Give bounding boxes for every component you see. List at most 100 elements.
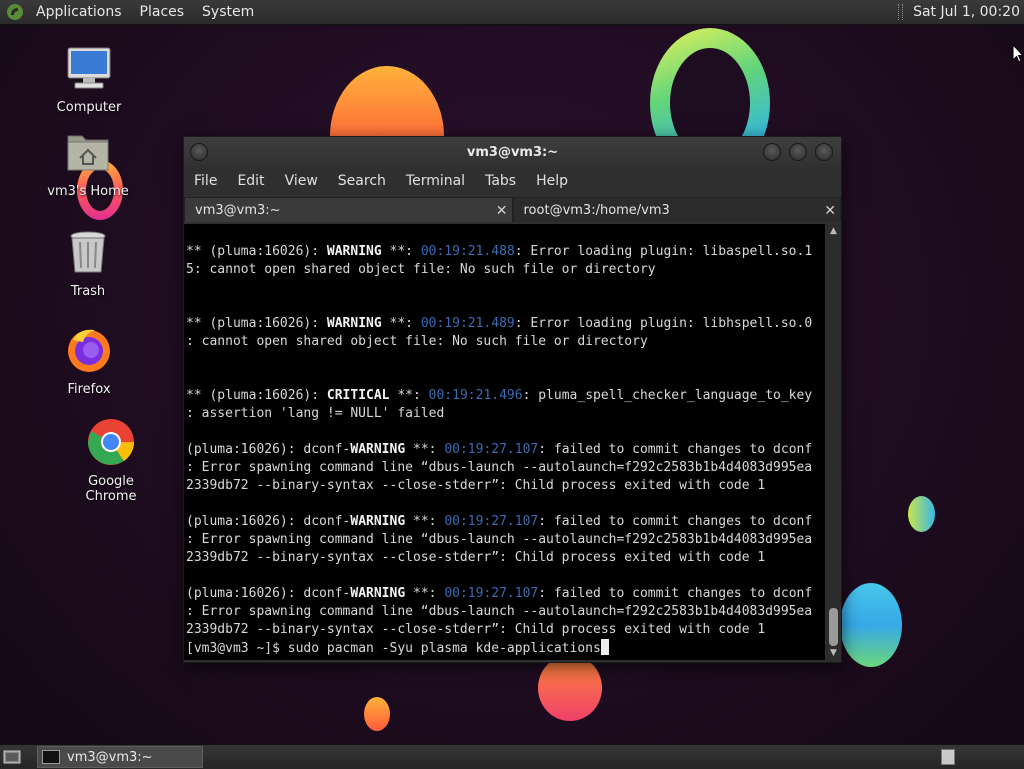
terminal-line: : Error spawning command line “dbus-laun… <box>186 531 824 549</box>
desktop-icon-label: Trash <box>70 284 106 299</box>
line-text: : assertion 'lang != NULL' failed <box>186 406 445 421</box>
terminal-line: ** (pluma:16026): WARNING **: 00:19:21.4… <box>186 315 824 333</box>
maximize-button[interactable] <box>789 143 807 161</box>
log-timestamp: 00:19:21.489 <box>420 316 515 331</box>
tab-vm3[interactable]: vm3@vm3:~ ✕ <box>184 197 513 222</box>
close-tab-icon[interactable]: ✕ <box>496 198 508 224</box>
top-panel: Applications Places System Sat Jul 1, 00… <box>0 0 1024 25</box>
line-text: ** (pluma:16026): <box>186 244 327 259</box>
menu-system[interactable]: System <box>193 0 263 24</box>
command-input[interactable]: sudo pacman -Syu plasma kde-applications <box>288 641 601 656</box>
line-text: **: <box>405 586 445 601</box>
scrollbar-thumb[interactable] <box>829 608 838 646</box>
prompt-line[interactable]: [vm3@vm3 ~]$ sudo pacman -Syu plasma kde… <box>186 639 824 657</box>
terminal-line: (pluma:16026): dconf-WARNING **: 00:19:2… <box>186 441 824 459</box>
line-text: **: <box>405 442 445 457</box>
desktop-icon-label: Computer <box>56 100 122 115</box>
clock[interactable]: Sat Jul 1, 00:20 <box>913 4 1024 20</box>
log-level: WARNING <box>326 316 382 331</box>
window-titlebar[interactable]: vm3@vm3:~ <box>184 137 841 168</box>
terminal-line: ** (pluma:16026): WARNING **: 00:19:21.4… <box>186 243 824 261</box>
line-text: : Error spawning command line “dbus-laun… <box>186 532 813 547</box>
desktop-icon-label: Google Chrome <box>85 474 137 504</box>
terminal-icon <box>42 750 60 764</box>
line-text: 2339db72 --binary-syntax --close-stderr”… <box>186 550 766 565</box>
wallpaper-shape <box>538 655 602 721</box>
menu-places[interactable]: Places <box>131 0 194 24</box>
desktop-icon-computer[interactable]: Computer <box>39 44 139 115</box>
minimize-button[interactable] <box>763 143 781 161</box>
line-text: **: <box>405 514 445 529</box>
clock-area: Sat Jul 1, 00:20 <box>898 0 1024 24</box>
log-timestamp: 00:19:27.107 <box>444 586 539 601</box>
terminal-line: 2339db72 --binary-syntax --close-stderr”… <box>186 621 824 639</box>
line-text: (pluma:16026): dconf- <box>186 514 351 529</box>
mouse-pointer-icon <box>1012 44 1024 63</box>
menu-edit[interactable]: Edit <box>227 173 274 189</box>
line-text: **: <box>381 316 421 331</box>
terminal-line: 5: cannot open shared object file: No su… <box>186 261 824 279</box>
close-window-button[interactable] <box>815 143 833 161</box>
mate-logo-icon[interactable] <box>6 3 24 21</box>
desktop-icon-trash[interactable]: Trash <box>38 228 138 299</box>
terminal-tabs: vm3@vm3:~ ✕ root@vm3:/home/vm3 ✕ <box>184 197 841 222</box>
terminal-line: 2339db72 --binary-syntax --close-stderr”… <box>186 477 824 495</box>
terminal-line: : cannot open shared object file: No suc… <box>186 333 824 351</box>
show-desktop-icon[interactable] <box>3 749 21 765</box>
desktop-icon-chrome[interactable]: Google Chrome <box>61 418 161 504</box>
terminal-line: : assertion 'lang != NULL' failed <box>186 405 824 423</box>
desktop-icon-firefox[interactable]: Firefox <box>39 326 139 397</box>
terminal-menubar: File Edit View Search Terminal Tabs Help <box>184 168 841 194</box>
tab-root[interactable]: root@vm3:/home/vm3 ✕ <box>512 197 841 224</box>
menu-view[interactable]: View <box>275 173 328 189</box>
terminal-scrollbar[interactable]: ▲ ▼ <box>826 224 841 660</box>
workspace-switcher[interactable] <box>941 749 955 765</box>
scroll-up-arrow-icon[interactable]: ▲ <box>826 224 841 238</box>
tab-label: vm3@vm3:~ <box>195 203 281 218</box>
menu-help[interactable]: Help <box>526 173 578 189</box>
scroll-down-arrow-icon[interactable]: ▼ <box>826 646 841 660</box>
line-text: ** (pluma:16026): <box>186 388 327 403</box>
terminal-line: ** (pluma:16026): CRITICAL **: 00:19:21.… <box>186 387 824 405</box>
taskbar-item-terminal[interactable]: vm3@vm3:~ <box>37 746 203 768</box>
bottom-panel: vm3@vm3:~ <box>0 744 1024 769</box>
desktop-icon-home[interactable]: vm3's Home <box>38 128 138 199</box>
line-text: **: <box>389 388 429 403</box>
line-text: : cannot open shared object file: No suc… <box>186 334 648 349</box>
close-tab-icon[interactable]: ✕ <box>824 198 836 224</box>
line-text: : Error loading plugin: libhspell.so.0 <box>514 316 813 331</box>
wallpaper-shape <box>840 583 902 667</box>
line-text: : failed to commit changes to dconf <box>538 514 813 529</box>
taskbar-item-label: vm3@vm3:~ <box>67 749 153 765</box>
tab-label: root@vm3:/home/vm3 <box>523 203 670 218</box>
panel-separator <box>898 4 904 20</box>
terminal-line: : Error spawning command line “dbus-laun… <box>186 459 824 477</box>
line-text: (pluma:16026): dconf- <box>186 586 351 601</box>
menu-tabs[interactable]: Tabs <box>475 173 526 189</box>
terminal-line: (pluma:16026): dconf-WARNING **: 00:19:2… <box>186 513 824 531</box>
terminal-output[interactable]: ** (pluma:16026): WARNING **: 00:19:21.4… <box>184 224 825 660</box>
menu-search[interactable]: Search <box>328 173 396 189</box>
window-title: vm3@vm3:~ <box>466 145 559 160</box>
trash-icon <box>70 231 106 273</box>
desktop-icon-label: Firefox <box>67 382 111 397</box>
line-text: 2339db72 --binary-syntax --close-stderr”… <box>186 622 766 637</box>
line-text: (pluma:16026): dconf- <box>186 442 351 457</box>
shell-prompt: [vm3@vm3 ~]$ <box>186 641 288 656</box>
line-text: ** (pluma:16026): <box>186 316 327 331</box>
menu-applications[interactable]: Applications <box>27 0 131 24</box>
line-text: **: <box>381 244 421 259</box>
text-cursor <box>600 639 609 655</box>
menu-file[interactable]: File <box>184 173 227 189</box>
line-text: : Error spawning command line “dbus-laun… <box>186 604 813 619</box>
log-level: WARNING <box>326 244 382 259</box>
wallpaper-shape <box>908 496 935 532</box>
terminal-lines: ** (pluma:16026): WARNING **: 00:19:21.4… <box>186 243 824 657</box>
menu-terminal[interactable]: Terminal <box>396 173 475 189</box>
firefox-icon <box>68 329 110 372</box>
log-timestamp: 00:19:27.107 <box>444 442 539 457</box>
